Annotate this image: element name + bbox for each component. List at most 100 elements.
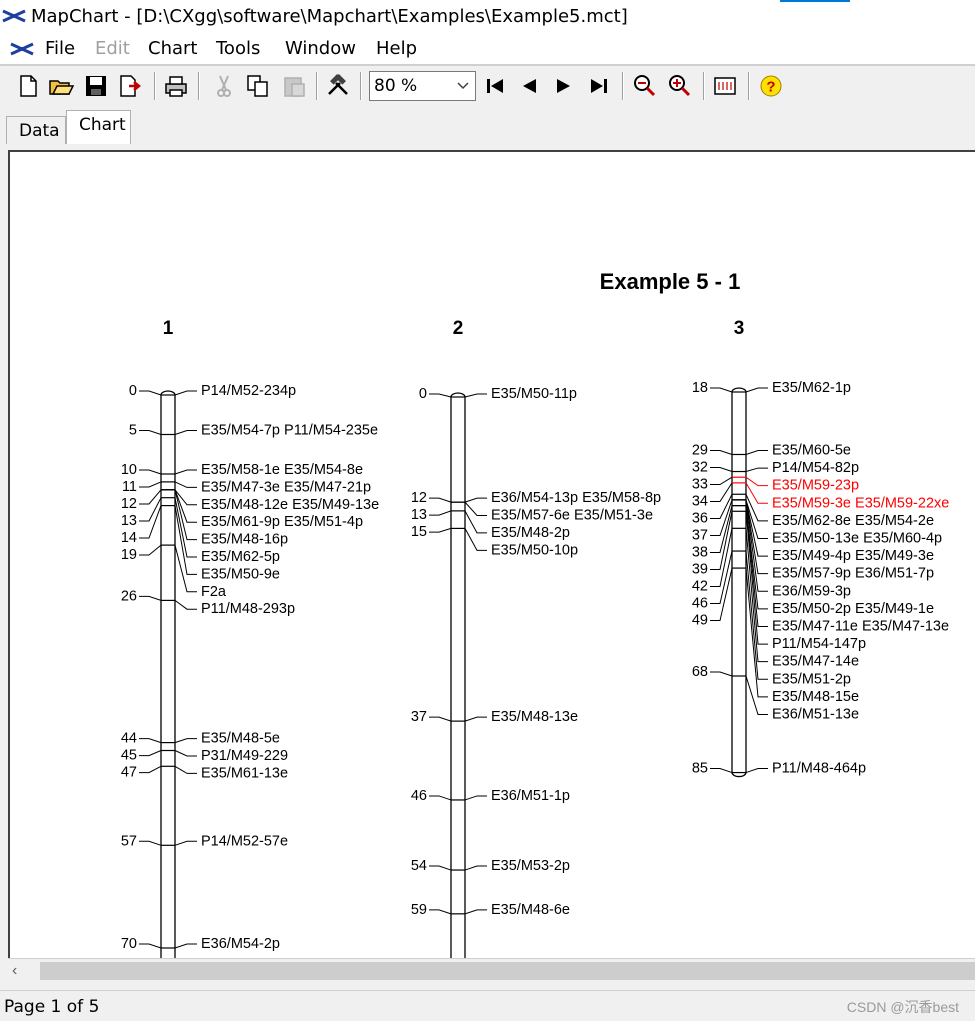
menu-window[interactable]: Window	[285, 38, 356, 59]
menu-edit[interactable]: Edit	[95, 38, 130, 59]
tab-data[interactable]: Data	[6, 116, 66, 144]
marker-label: P11/M48-464p	[772, 761, 866, 777]
position-connector	[429, 909, 452, 915]
zoom-value: 80 %	[374, 76, 418, 96]
menu-chart[interactable]: Chart	[148, 38, 197, 59]
help-icon[interactable]: ?	[757, 72, 785, 100]
position-label: 85	[692, 761, 708, 777]
page-layout-icon[interactable]	[711, 72, 739, 100]
position-connector	[139, 765, 162, 774]
marker-label: E35/M50-13e E35/M60-4p	[772, 530, 942, 546]
paste-icon[interactable]	[280, 72, 308, 100]
marker-label: E36/M54-13p E35/M58-8p	[491, 490, 661, 506]
position-label: 10	[121, 462, 137, 478]
menu-file[interactable]: File	[45, 38, 75, 59]
position-label: 68	[692, 664, 708, 680]
marker-label: E35/M62-8e E35/M54-2e	[772, 513, 934, 529]
marker-label: E35/M50-2p E35/M49-1e	[772, 601, 934, 617]
position-label: 5	[129, 423, 137, 439]
position-connector	[710, 768, 733, 774]
zoom-select[interactable]: 80 %	[369, 71, 476, 101]
print-icon[interactable]	[162, 72, 190, 100]
position-connector	[710, 482, 733, 503]
marker-connector	[745, 768, 768, 774]
new-file-icon[interactable]	[14, 72, 42, 100]
position-connector	[139, 595, 162, 601]
marker-connector	[464, 795, 487, 801]
menu-tools[interactable]: Tools	[216, 38, 260, 59]
marker-label: P14/M52-234p	[201, 383, 296, 399]
marker-label: E35/M50-10p	[491, 542, 578, 558]
position-connector	[429, 716, 452, 722]
position-connector	[139, 390, 162, 396]
menu-help[interactable]: Help	[376, 38, 417, 59]
zoom-out-icon[interactable]	[630, 72, 658, 100]
toolbar-separator	[154, 72, 155, 100]
marker-connector	[464, 501, 487, 517]
menu-bar: File Edit Chart Tools Window Help	[0, 34, 975, 64]
tab-chart[interactable]: Chart	[66, 110, 131, 144]
scrollbar-thumb[interactable]	[40, 962, 975, 980]
position-connector	[710, 671, 733, 677]
marker-label: P11/M54-147p	[772, 636, 866, 652]
position-label: 11	[122, 479, 137, 495]
document-menu-icon[interactable]	[10, 42, 34, 56]
title-bar: MapChart - [D:\CXgg\software\Mapchart\Ex…	[0, 0, 975, 34]
position-connector	[139, 481, 162, 488]
position-connector	[139, 497, 162, 522]
marker-label: E35/M48-13e	[491, 709, 578, 725]
position-connector	[429, 393, 452, 398]
position-label: 38	[692, 545, 708, 561]
marker-label: E35/M48-5e	[201, 731, 280, 747]
position-label: 47	[121, 765, 137, 781]
first-page-icon[interactable]	[481, 72, 509, 100]
export-icon[interactable]	[116, 72, 144, 100]
marker-label: E35/M47-3e E35/M47-21p	[201, 479, 371, 495]
marker-connector	[464, 865, 487, 871]
scroll-left-icon[interactable]: ‹	[12, 963, 28, 979]
tools-hammer-icon[interactable]	[324, 72, 352, 100]
last-page-icon[interactable]	[585, 72, 613, 100]
save-icon[interactable]	[82, 72, 110, 100]
zoom-in-icon[interactable]	[665, 72, 693, 100]
marker-label: E35/M48-12e E35/M49-13e	[201, 497, 379, 513]
chart-title: Example 5 - 1	[600, 269, 741, 294]
marker-connector	[464, 497, 487, 503]
marker-label: E35/M61-13e	[201, 765, 288, 781]
position-label: 18	[692, 380, 708, 396]
mapchart-app-icon[interactable]	[2, 9, 26, 23]
previous-page-icon[interactable]	[515, 72, 543, 100]
marker-label: P31/M49-229	[201, 748, 288, 764]
position-label: 36	[692, 511, 708, 527]
position-label: 54	[411, 858, 427, 874]
marker-label: E35/M47-11e E35/M47-13e	[772, 618, 949, 634]
horizontal-scrollbar[interactable]: ‹	[8, 958, 975, 983]
position-connector	[139, 430, 162, 435]
open-folder-icon[interactable]	[47, 72, 75, 100]
marker-label: E35/M50-9e	[201, 566, 280, 582]
chromosome-name: 3	[734, 318, 745, 339]
marker-label: E35/M59-23p	[772, 478, 859, 494]
next-page-icon[interactable]	[550, 72, 578, 100]
position-label: 45	[121, 748, 137, 764]
marker-label: P14/M52-57e	[201, 833, 288, 849]
copy-icon[interactable]	[244, 72, 272, 100]
position-connector	[710, 494, 733, 520]
chevron-down-icon	[457, 82, 469, 90]
position-connector	[429, 510, 452, 516]
cut-icon[interactable]	[210, 72, 238, 100]
page-indicator: Page 1 of 5	[4, 997, 100, 1017]
marker-label: E35/M58-1e E35/M54-8e	[201, 462, 363, 478]
marker-label: E36/M59-3p	[772, 583, 851, 599]
chromosome-bar	[450, 392, 466, 958]
position-label: 29	[692, 442, 708, 458]
marker-connector	[174, 750, 197, 757]
marker-label: P14/M54-82p	[772, 460, 859, 476]
position-connector	[710, 449, 733, 455]
chart-canvas[interactable]: Example 5 - 1 1 P14/M52-234p E35/M54-7p P11…	[8, 150, 975, 958]
linkage-map-chart: Example 5 - 1 1 P14/M52-234p E35/M54-7p P11…	[121, 269, 949, 958]
position-label: 46	[411, 788, 427, 804]
marker-label: E35/M57-6e E35/M51-3e	[491, 508, 653, 524]
position-label: 15	[411, 524, 427, 540]
marker-label: E35/M53-2p	[491, 858, 570, 874]
